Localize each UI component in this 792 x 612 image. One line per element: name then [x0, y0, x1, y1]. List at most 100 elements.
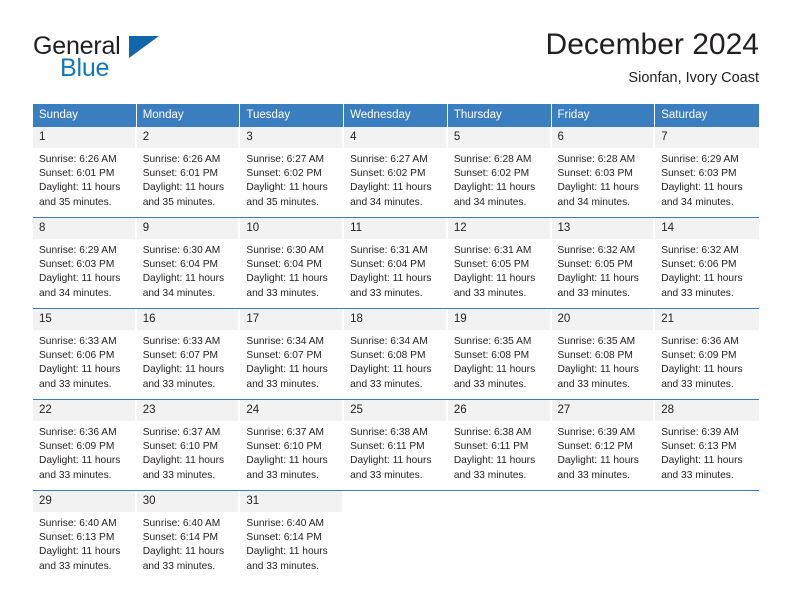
location-subtitle: Sionfan, Ivory Coast — [628, 70, 759, 86]
calendar-day-cell[interactable]: 15 Sunrise: 6:33 AM Sunset: 6:06 PM Dayligh… — [33, 309, 137, 392]
calendar-day-cell[interactable]: 19 Sunrise: 6:35 AM Sunset: 6:08 PM Dayligh… — [447, 309, 552, 392]
daylight-text-line1: Daylight: 11 hours — [246, 364, 328, 376]
daylight-text-line2: and 34 minutes. — [453, 196, 527, 208]
day-number: 4 — [344, 127, 446, 148]
sunrise-text: Sunrise: 6:26 AM — [39, 154, 117, 165]
daylight-text-line1: Daylight: 11 hours — [246, 273, 328, 285]
day-sun-info: Sunrise: 6:27 AM Sunset: 6:02 PM Daylight:… — [344, 148, 446, 210]
calendar-day-cell[interactable]: 22 Sunrise: 6:36 AM Sunset: 6:09 PM Dayligh… — [33, 400, 137, 483]
calendar-day-cell[interactable]: 25 Sunrise: 6:38 AM Sunset: 6:11 PM Dayligh… — [344, 400, 448, 483]
day-number: 25 — [344, 400, 446, 421]
calendar-day-cell[interactable]: 12 Sunrise: 6:31 AM Sunset: 6:05 PM Dayligh… — [447, 218, 552, 301]
sunset-text: Sunset: 6:03 PM — [661, 168, 737, 180]
calendar-day-cell[interactable]: 29 Sunrise: 6:40 AM Sunset: 6:13 PM Dayligh… — [33, 491, 137, 574]
daylight-text-line2: and 34 minutes. — [557, 196, 631, 208]
daylight-text-line1: Daylight: 11 hours — [350, 364, 432, 376]
day-sun-info: Sunrise: 6:31 AM Sunset: 6:05 PM Daylight:… — [448, 239, 550, 301]
day-sun-info — [344, 512, 446, 574]
day-number: 3 — [240, 127, 343, 148]
day-sun-info: Sunrise: 6:38 AM Sunset: 6:11 PM Daylight:… — [344, 421, 446, 483]
day-sun-info — [655, 512, 759, 574]
sunrise-text: Sunrise: 6:34 AM — [350, 336, 428, 347]
day-sun-info: Sunrise: 6:28 AM Sunset: 6:03 PM Daylight:… — [552, 148, 654, 210]
daylight-text-line2: and 33 minutes. — [246, 378, 319, 390]
sunrise-text: Sunrise: 6:40 AM — [142, 518, 221, 529]
daylight-text-line2: and 33 minutes. — [557, 469, 631, 481]
calendar-day-cell[interactable]: 3 Sunrise: 6:27 AM Sunset: 6:02 PM Daylight… — [240, 127, 345, 210]
weekday-header-monday: Monday — [136, 104, 241, 127]
day-number: 28 — [655, 400, 759, 421]
calendar-day-cell[interactable]: 10 Sunrise: 6:30 AM Sunset: 6:04 PM Dayligh… — [240, 218, 345, 301]
day-sun-info: Sunrise: 6:33 AM Sunset: 6:07 PM Daylight:… — [137, 330, 239, 392]
calendar-day-cell[interactable]: 30 Sunrise: 6:40 AM Sunset: 6:14 PM Dayligh… — [136, 491, 241, 574]
sunset-text: Sunset: 6:13 PM — [39, 532, 115, 544]
day-number — [655, 491, 759, 512]
calendar-day-cell[interactable]: 1 Sunrise: 6:26 AM Sunset: 6:01 PM Daylight… — [33, 127, 137, 210]
calendar-day-cell[interactable]: 24 Sunrise: 6:37 AM Sunset: 6:10 PM Dayligh… — [240, 400, 345, 483]
daylight-text-line2: and 33 minutes. — [142, 469, 216, 481]
sunrise-text: Sunrise: 6:30 AM — [246, 245, 324, 256]
page-title: December 2024 — [545, 28, 759, 61]
sunset-text: Sunset: 6:10 PM — [246, 441, 322, 453]
daylight-text-line2: and 35 minutes. — [246, 196, 319, 208]
calendar-day-cell[interactable]: 13 Sunrise: 6:32 AM Sunset: 6:05 PM Dayligh… — [551, 218, 656, 301]
sunrise-text: Sunrise: 6:39 AM — [557, 427, 636, 438]
day-sun-info: Sunrise: 6:40 AM Sunset: 6:14 PM Daylight:… — [240, 512, 342, 574]
daylight-text-line2: and 33 minutes. — [142, 378, 216, 390]
calendar-day-cell[interactable]: 20 Sunrise: 6:35 AM Sunset: 6:08 PM Dayligh… — [551, 309, 656, 392]
calendar-day-cell[interactable]: 14 Sunrise: 6:32 AM Sunset: 6:06 PM Dayligh… — [655, 218, 759, 301]
calendar-day-cell[interactable]: 9 Sunrise: 6:30 AM Sunset: 6:04 PM Daylight… — [136, 218, 241, 301]
sunrise-text: Sunrise: 6:32 AM — [661, 245, 739, 256]
weekday-header-wednesday: Wednesday — [344, 104, 448, 127]
sunset-text: Sunset: 6:09 PM — [661, 350, 737, 362]
calendar-day-cell[interactable]: 31 Sunrise: 6:40 AM Sunset: 6:14 PM Dayligh… — [240, 491, 345, 574]
sunset-text: Sunset: 6:02 PM — [453, 168, 530, 180]
sunset-text: Sunset: 6:11 PM — [350, 441, 425, 453]
daylight-text-line1: Daylight: 11 hours — [246, 455, 328, 467]
calendar-day-cell-empty — [447, 491, 552, 574]
day-number: 1 — [33, 127, 135, 148]
daylight-text-line1: Daylight: 11 hours — [350, 182, 432, 194]
sunset-text: Sunset: 6:10 PM — [142, 441, 219, 453]
calendar-day-cell[interactable]: 28 Sunrise: 6:39 AM Sunset: 6:13 PM Dayligh… — [655, 400, 759, 483]
day-sun-info — [448, 512, 550, 574]
daylight-text-line1: Daylight: 11 hours — [661, 182, 743, 194]
calendar-day-cell[interactable]: 11 Sunrise: 6:31 AM Sunset: 6:04 PM Dayligh… — [344, 218, 448, 301]
calendar-day-cell[interactable]: 26 Sunrise: 6:38 AM Sunset: 6:11 PM Dayligh… — [447, 400, 552, 483]
general-blue-logo[interactable]: General Blue — [33, 32, 213, 88]
sunset-text: Sunset: 6:04 PM — [246, 259, 322, 271]
daylight-text-line1: Daylight: 11 hours — [350, 455, 432, 467]
sunset-text: Sunset: 6:03 PM — [557, 168, 633, 180]
calendar-day-cell[interactable]: 5 Sunrise: 6:28 AM Sunset: 6:02 PM Daylight… — [447, 127, 552, 210]
day-sun-info: Sunrise: 6:34 AM Sunset: 6:07 PM Daylight:… — [240, 330, 342, 392]
sunset-text: Sunset: 6:04 PM — [142, 259, 219, 271]
daylight-text-line1: Daylight: 11 hours — [39, 455, 121, 467]
calendar-day-cell[interactable]: 6 Sunrise: 6:28 AM Sunset: 6:03 PM Daylight… — [551, 127, 656, 210]
daylight-text-line2: and 33 minutes. — [661, 469, 734, 481]
calendar-day-cell[interactable]: 4 Sunrise: 6:27 AM Sunset: 6:02 PM Daylight… — [344, 127, 448, 210]
sunset-text: Sunset: 6:08 PM — [350, 350, 426, 362]
calendar-week-row: 15 Sunrise: 6:33 AM Sunset: 6:06 PM Dayligh… — [33, 308, 759, 392]
calendar-day-cell[interactable]: 7 Sunrise: 6:29 AM Sunset: 6:03 PM Daylight… — [655, 127, 759, 210]
day-number: 6 — [551, 127, 654, 148]
calendar-day-cell[interactable]: 16 Sunrise: 6:33 AM Sunset: 6:07 PM Dayligh… — [136, 309, 241, 392]
daylight-text-line2: and 33 minutes. — [661, 287, 734, 299]
calendar-day-cell[interactable]: 2 Sunrise: 6:26 AM Sunset: 6:01 PM Daylight… — [136, 127, 241, 210]
calendar-day-cell[interactable]: 17 Sunrise: 6:34 AM Sunset: 6:07 PM Dayligh… — [240, 309, 345, 392]
calendar-week-row: 29 Sunrise: 6:40 AM Sunset: 6:13 PM Dayligh… — [33, 490, 759, 574]
day-sun-info: Sunrise: 6:30 AM Sunset: 6:04 PM Daylight:… — [240, 239, 342, 301]
calendar-day-cell[interactable]: 18 Sunrise: 6:34 AM Sunset: 6:08 PM Dayligh… — [344, 309, 448, 392]
daylight-text-line2: and 34 minutes. — [39, 287, 112, 299]
day-sun-info: Sunrise: 6:39 AM Sunset: 6:12 PM Daylight:… — [552, 421, 654, 483]
sunrise-text: Sunrise: 6:35 AM — [557, 336, 636, 347]
day-sun-info: Sunrise: 6:36 AM Sunset: 6:09 PM Daylight:… — [655, 330, 759, 392]
daylight-text-line2: and 33 minutes. — [661, 378, 734, 390]
calendar-day-cell[interactable]: 8 Sunrise: 6:29 AM Sunset: 6:03 PM Daylight… — [33, 218, 137, 301]
calendar-day-cell[interactable]: 27 Sunrise: 6:39 AM Sunset: 6:12 PM Dayligh… — [551, 400, 656, 483]
sunset-text: Sunset: 6:04 PM — [350, 259, 426, 271]
daylight-text-line2: and 33 minutes. — [142, 560, 216, 572]
calendar-day-cell[interactable]: 23 Sunrise: 6:37 AM Sunset: 6:10 PM Dayligh… — [136, 400, 241, 483]
sunrise-text: Sunrise: 6:29 AM — [39, 245, 117, 256]
day-sun-info: Sunrise: 6:40 AM Sunset: 6:14 PM Daylight:… — [137, 512, 239, 574]
calendar-day-cell[interactable]: 21 Sunrise: 6:36 AM Sunset: 6:09 PM Dayligh… — [655, 309, 759, 392]
